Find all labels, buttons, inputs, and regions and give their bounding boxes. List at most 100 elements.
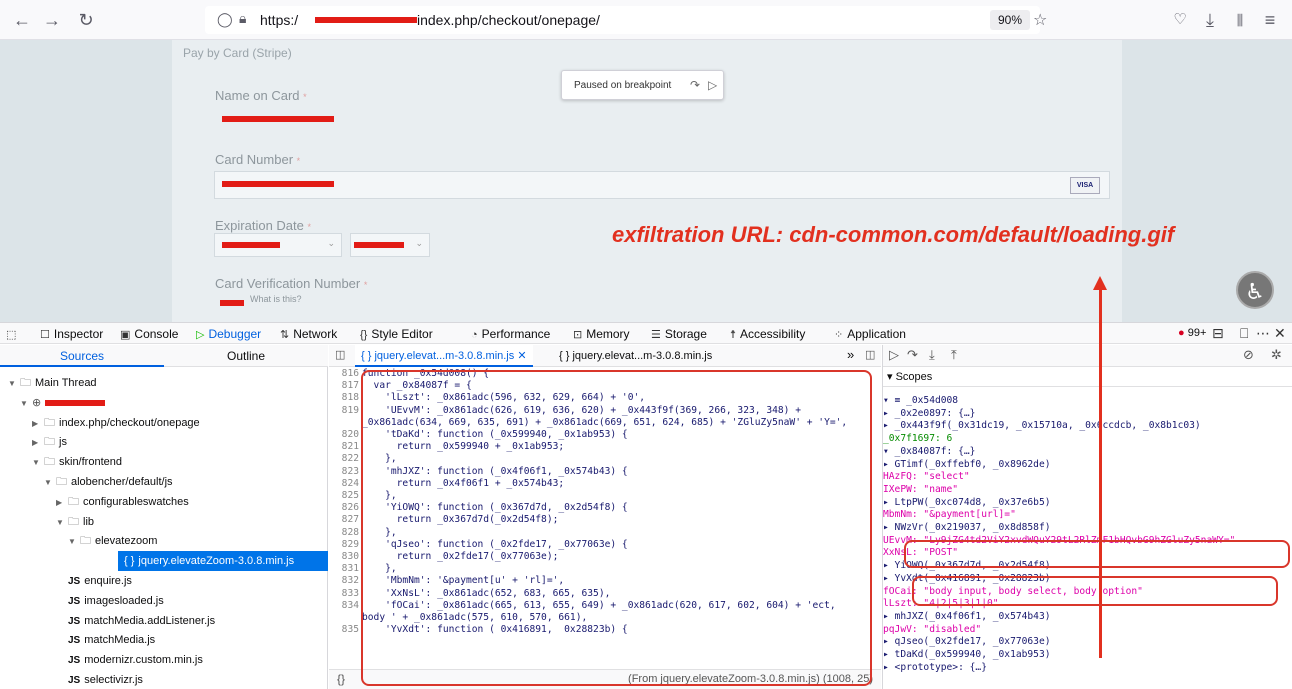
line-number[interactable]: 824 [329, 478, 359, 490]
shield-icon[interactable]: ◯ [217, 11, 233, 28]
scope-variable[interactable]: ▾ _0x84087f: {…} [883, 446, 1292, 457]
chevron-right-icon[interactable]: ▶ [32, 433, 40, 453]
step-over-icon[interactable]: ↷ [690, 78, 700, 92]
line-number[interactable]: 817 [329, 380, 359, 392]
resume-icon[interactable]: ▷ [708, 78, 717, 92]
library-icon[interactable]: ⫼ [1228, 8, 1252, 32]
scope-variable[interactable]: ▸ _0x443f9f(_0x31dc19, _0x15710a, _0x6cc… [883, 420, 1292, 431]
more-options-icon[interactable]: ⋯ [1256, 325, 1270, 342]
error-count-badge[interactable]: ● 99+ [1178, 327, 1206, 339]
scope-variable[interactable]: HAzFQ: "select" [883, 471, 1292, 482]
chevron-down-icon[interactable]: ▼ [68, 532, 76, 552]
line-number[interactable]: 816 [329, 368, 359, 380]
toggle-panes-icon[interactable]: ◫ [865, 348, 875, 361]
dock-icon[interactable]: ⎕ [1240, 325, 1248, 342]
tab-memory[interactable]: ⊡ Memory [573, 327, 630, 341]
scope-variable[interactable]: fOCai: "body input, body select, body op… [883, 586, 1292, 597]
menu-icon[interactable]: ≡ [1258, 8, 1282, 32]
source-folder[interactable]: ▶ 🗀︎ configurableswatches [56, 492, 189, 512]
line-number[interactable]: 834 [329, 600, 359, 612]
source-folder[interactable]: ▼ ⊕ [20, 393, 106, 414]
tab-accessibility[interactable]: ☨ Accessibility [730, 327, 805, 341]
tab-inspector[interactable]: ☐ Inspector [40, 327, 103, 341]
source-folder[interactable]: ▼ 🗀︎ elevatezoom [68, 531, 157, 551]
close-tab-icon[interactable]: ✕ [517, 350, 526, 362]
line-number[interactable]: 835 [329, 624, 359, 636]
scope-variable[interactable]: ▸ NWzVr(_0x219037, _0x8d858f) [883, 522, 1292, 533]
step-over-icon[interactable]: ↷ [907, 347, 918, 363]
chevron-right-icon[interactable]: ▶ [56, 493, 64, 513]
line-number[interactable]: 819 [329, 405, 359, 417]
source-file[interactable]: JS matchMedia.js [68, 630, 155, 650]
deactivate-breakpoints-icon[interactable]: ⊘ [1243, 347, 1254, 363]
source-folder[interactable]: ▶ 🗀︎ js [32, 432, 67, 452]
line-number[interactable]: 828 [329, 527, 359, 539]
more-tabs-icon[interactable]: » [847, 347, 854, 362]
source-folder[interactable]: ▼ 🗀︎ Main Thread [8, 373, 97, 393]
chevron-down-icon[interactable]: ▼ [20, 394, 28, 414]
pick-element-icon[interactable]: ⬚ [6, 327, 20, 341]
settings-gear-icon[interactable]: ✲ [1271, 347, 1282, 363]
scope-variable[interactable]: ▸ GTimf(_0xffebf0, _0x8962de) [883, 459, 1292, 470]
source-folder[interactable]: ▼ 🗀︎ alobencher/default/js [44, 472, 173, 492]
source-file[interactable]: JS enquire.js [68, 571, 132, 591]
tab-application[interactable]: ⁘ Application [834, 327, 906, 341]
tab-debugger[interactable]: ▷ Debugger [196, 327, 261, 341]
line-number[interactable]: 829 [329, 539, 359, 551]
split-console-icon[interactable]: ⊟ [1212, 325, 1224, 342]
scope-variable[interactable]: ▸ <prototype>: {…} [883, 662, 1292, 673]
tab-performance[interactable]: ◔ Performance [471, 327, 550, 341]
source-folder[interactable]: ▼ 🗀︎ skin/frontend [32, 452, 122, 472]
line-number[interactable]: 818 [329, 393, 359, 404]
line-number[interactable]: 831 [329, 563, 359, 575]
scope-variable[interactable]: UEvvM: "Ly9jZG4td2ViY2xvdWQuY29tL2RlZmF1… [883, 535, 1292, 546]
line-number[interactable]: 821 [329, 441, 359, 453]
close-devtools-icon[interactable]: ✕ [1274, 325, 1286, 342]
reload-icon[interactable]: ↻ [74, 8, 98, 32]
url-bar[interactable]: ◯ 🔒︎ https:/ index.php/checkout/onepage/… [205, 6, 1047, 34]
scope-variable[interactable]: pqJwV: "disabled" [883, 624, 1292, 635]
scope-variable[interactable]: ▸ _0x2e0897: {…} [883, 408, 1292, 419]
line-number[interactable]: 830 [329, 551, 359, 563]
tab-console[interactable]: ▣ Console [120, 327, 178, 341]
chevron-down-icon[interactable]: ▼ [32, 453, 40, 473]
scopes-header[interactable]: ▾ Scopes [883, 367, 1292, 387]
bookmark-star-icon[interactable]: ☆ [1033, 10, 1047, 30]
line-number[interactable]: 833 [329, 588, 359, 600]
step-in-icon[interactable]: ⤓ [929, 347, 935, 363]
tab-sources[interactable]: Sources [0, 345, 164, 367]
source-file[interactable]: JS matchMedia.addListener.js [68, 611, 215, 631]
source-file[interactable]: JS imagesloaded.js [68, 591, 164, 611]
scope-variable[interactable]: ▸ YvXdt(_0x416891, _0x28823b) [883, 573, 1292, 584]
editor-tab[interactable]: { } jquery.elevat...m-3.0.8.min.js [553, 345, 718, 367]
back-icon[interactable]: ← [10, 8, 34, 32]
card-number-field[interactable] [214, 171, 1110, 199]
chevron-down-icon[interactable]: ▼ [8, 374, 16, 394]
what-is-this-link[interactable]: What is this? [250, 294, 302, 304]
line-number[interactable]: 826 [329, 502, 359, 514]
tab-style-editor[interactable]: {} Style Editor [360, 327, 433, 341]
line-number[interactable]: 823 [329, 466, 359, 478]
name-on-card-field[interactable] [214, 108, 334, 136]
tab-storage[interactable]: ☰ Storage [651, 327, 707, 341]
zoom-badge[interactable]: 90% [990, 10, 1030, 30]
scope-variable[interactable]: ▸ YiOWQ(_0x367d7d, _0x2d54f8) [883, 560, 1292, 571]
line-number[interactable]: 820 [329, 429, 359, 441]
scope-variable[interactable]: IXePW: "name" [883, 484, 1292, 495]
scope-variable[interactable]: XxNsL: "POST" [883, 547, 1292, 558]
scope-variable[interactable]: ▾ ≡ _0x54d008 [883, 395, 1292, 406]
scope-variable[interactable]: lLszt: "4|2|5|3|1|0" [883, 598, 1292, 609]
download-icon[interactable]: ⤓ [1198, 8, 1222, 32]
chevron-down-icon[interactable]: ▼ [56, 513, 64, 533]
forward-icon[interactable]: → [40, 8, 64, 32]
chevron-down-icon[interactable]: ▼ [44, 473, 52, 493]
scope-variable[interactable]: ▸ mhJXZ(_0x4f06f1, _0x574b43) [883, 611, 1292, 622]
line-number[interactable]: 827 [329, 515, 359, 526]
line-number[interactable]: 825 [329, 490, 359, 502]
toggle-sidebar-icon[interactable]: ◫ [335, 348, 345, 361]
source-file[interactable]: JS modernizr.custom.min.js [68, 650, 203, 670]
code-view[interactable]: 816 function _0x54d008() {817 var _0x8408… [329, 368, 881, 669]
tab-outline[interactable]: Outline [164, 345, 328, 367]
resume-icon[interactable]: ▷ [889, 347, 899, 363]
source-file-selected[interactable]: { } jquery.elevateZoom-3.0.8.min.js [118, 551, 328, 572]
